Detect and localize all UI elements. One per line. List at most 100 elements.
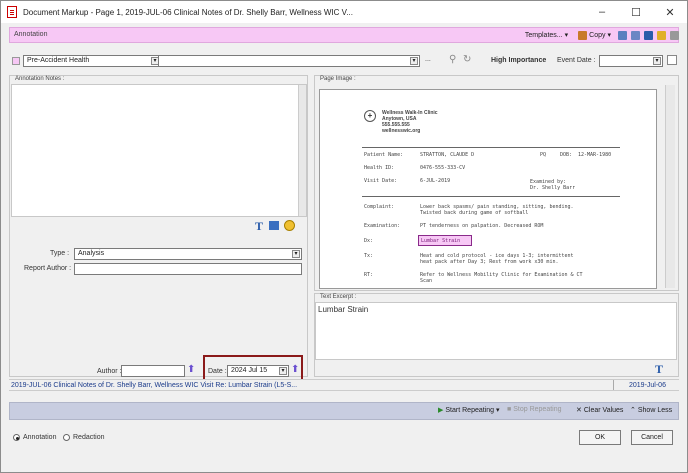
report-author-field[interactable] bbox=[74, 263, 302, 275]
health-id-value: 0476-555-333-CV bbox=[420, 165, 466, 171]
type-label: Type : bbox=[50, 250, 70, 257]
document-markup-window: Document Markup - Page 1, 2019-JUL-06 Cl… bbox=[0, 0, 688, 473]
page-image-scrollbar[interactable] bbox=[665, 85, 675, 288]
arrow-up-icon[interactable]: ⬆ bbox=[187, 364, 195, 375]
status-divider bbox=[613, 380, 614, 390]
radio-selected-icon bbox=[13, 434, 20, 441]
cancel-button[interactable]: Cancel bbox=[631, 430, 673, 445]
chevron-down-icon: ▾ bbox=[653, 57, 661, 65]
type-dropdown[interactable]: Analysis ▾ bbox=[74, 248, 302, 260]
page-image: + Wellness Walk-In Clinic Anytown, USA 5… bbox=[319, 89, 657, 289]
arrow-right-icon[interactable] bbox=[670, 30, 679, 40]
text-excerpt-title: Text Excerpt : bbox=[320, 294, 357, 300]
text-format-icon[interactable]: T bbox=[655, 362, 663, 377]
show-less-button[interactable]: ⌃ Show Less bbox=[630, 406, 673, 415]
visit-date-value: 6-JUL-2019 bbox=[420, 178, 451, 184]
category-value: Pre-Accident Health bbox=[27, 57, 90, 64]
annotation-radio-label: Annotation bbox=[23, 434, 57, 441]
annotation-notes-textarea[interactable] bbox=[11, 84, 307, 217]
copy-label: Copy bbox=[589, 31, 606, 39]
arrow-left-icon[interactable] bbox=[657, 30, 666, 40]
patient-name-label: Patient Name: bbox=[364, 152, 404, 158]
more-button[interactable]: ... bbox=[425, 56, 431, 63]
link-icon[interactable]: ⚲ bbox=[449, 54, 456, 65]
divider bbox=[362, 196, 620, 197]
chevron-down-icon: ▾ bbox=[564, 32, 569, 39]
category-row: Pre-Accident Health ▾ ▾ ... ⚲ ↻ High Imp… bbox=[9, 54, 679, 68]
examination-label: Examination: bbox=[364, 223, 401, 229]
ok-button[interactable]: OK bbox=[579, 430, 621, 445]
redaction-radio[interactable]: Redaction bbox=[63, 434, 105, 441]
unlink-icon[interactable]: ↻ bbox=[463, 54, 471, 65]
dx-label: Dx: bbox=[364, 238, 374, 244]
examined-by-value: Dr. Shelly Barr bbox=[530, 185, 576, 191]
report-author-label: Report Author : bbox=[24, 265, 72, 272]
top-toolbar: Templates... ▾ Copy ▾ bbox=[522, 27, 679, 43]
show-less-label: Show Less bbox=[637, 406, 673, 414]
radio-unselected-icon bbox=[63, 434, 70, 441]
rt-line-2: Scan bbox=[420, 278, 433, 284]
minimize-button[interactable]: – bbox=[585, 1, 619, 23]
examination-value: PT tenderness on palpation. Decreased RO… bbox=[420, 223, 544, 229]
status-left-text: 2019-JUL-06 Clinical Notes of Dr. Shelly… bbox=[11, 382, 298, 389]
stop-repeating-button[interactable]: ■ Stop Repeating bbox=[507, 406, 562, 413]
status-right-text: 2019-Jul-06 bbox=[629, 382, 666, 389]
annotation-notes-title: Annotation Notes : bbox=[15, 76, 65, 82]
tx-label: Tx: bbox=[364, 253, 374, 259]
event-date-field[interactable]: ▾ bbox=[599, 55, 663, 67]
complaint-label: Complaint: bbox=[364, 204, 395, 210]
chevron-down-icon: ▾ bbox=[292, 250, 300, 258]
start-repeating-label: Start Repeating bbox=[445, 406, 495, 414]
category-dropdown[interactable]: Pre-Accident Health ▾ bbox=[23, 55, 161, 67]
text-excerpt-value: Lumbar Strain bbox=[318, 305, 369, 314]
clear-values-button[interactable]: ✕ Clear Values bbox=[576, 406, 624, 415]
maximize-button[interactable]: ☐ bbox=[619, 1, 653, 23]
annotation-radio[interactable]: Annotation bbox=[13, 434, 56, 441]
page-image-title: Page Image : bbox=[320, 76, 356, 82]
event-date-label: Event Date : bbox=[557, 57, 596, 64]
clinic-logo-icon: + bbox=[364, 110, 376, 122]
duplicate-icon[interactable] bbox=[618, 30, 627, 40]
insert-table-icon[interactable] bbox=[269, 221, 279, 230]
info-icon[interactable] bbox=[644, 30, 653, 40]
document-app-icon bbox=[7, 6, 17, 18]
title-bar: Document Markup - Page 1, 2019-JUL-06 Cl… bbox=[1, 1, 687, 23]
subcategory-dropdown[interactable]: ▾ bbox=[158, 55, 420, 67]
copy-button[interactable]: Copy ▾ bbox=[575, 30, 614, 40]
type-value: Analysis bbox=[78, 250, 105, 257]
pq-label: PQ bbox=[540, 152, 547, 158]
redaction-radio-label: Redaction bbox=[73, 434, 105, 441]
patient-name-value: STRATTON, CLAUDE D bbox=[420, 152, 475, 158]
annotation-bar-label: Annotation bbox=[14, 31, 48, 38]
start-repeating-button[interactable]: ▶ Start Repeating ▾ bbox=[438, 406, 500, 415]
calendar-icon[interactable] bbox=[667, 55, 677, 65]
text-excerpt-textarea[interactable]: Lumbar Strain bbox=[315, 302, 677, 360]
dx-value: Lumbar Strain bbox=[421, 238, 461, 244]
notes-scrollbar[interactable] bbox=[298, 85, 306, 216]
text-format-icon[interactable]: T bbox=[255, 219, 263, 234]
color-swatch[interactable] bbox=[12, 57, 20, 65]
health-id-label: Health ID: bbox=[364, 165, 395, 171]
smiley-icon[interactable] bbox=[284, 220, 295, 231]
author-label: Author : bbox=[97, 368, 122, 375]
action-bar: ▶ Start Repeating ▾ ■ Stop Repeating ✕ C… bbox=[9, 402, 679, 420]
paste-icon[interactable] bbox=[631, 30, 640, 40]
clinic-line-4: wellnesswic.org bbox=[382, 128, 421, 134]
templates-button[interactable]: Templates... ▾ bbox=[522, 31, 571, 40]
clear-icon: ✕ bbox=[576, 407, 582, 414]
close-button[interactable]: ✕ bbox=[653, 1, 687, 23]
divider bbox=[362, 147, 620, 148]
clear-values-label: Clear Values bbox=[583, 406, 624, 414]
rt-label: RT: bbox=[364, 272, 374, 278]
tx-line-2: heat pack after Day 3; Rest from work x3… bbox=[420, 259, 559, 265]
stop-icon: ■ bbox=[507, 406, 512, 413]
chevron-up-icon: ⌃ bbox=[630, 407, 636, 414]
chevron-down-icon: ▾ bbox=[607, 32, 611, 39]
dob-value: 12-MAR-1980 bbox=[578, 152, 612, 158]
stop-repeating-label: Stop Repeating bbox=[513, 406, 562, 413]
visit-date-label: Visit Date: bbox=[364, 178, 398, 184]
author-field[interactable] bbox=[121, 365, 185, 377]
dob-label: DOB: bbox=[560, 152, 573, 158]
copy-icon bbox=[578, 30, 588, 40]
templates-label: Templates... bbox=[524, 31, 563, 39]
